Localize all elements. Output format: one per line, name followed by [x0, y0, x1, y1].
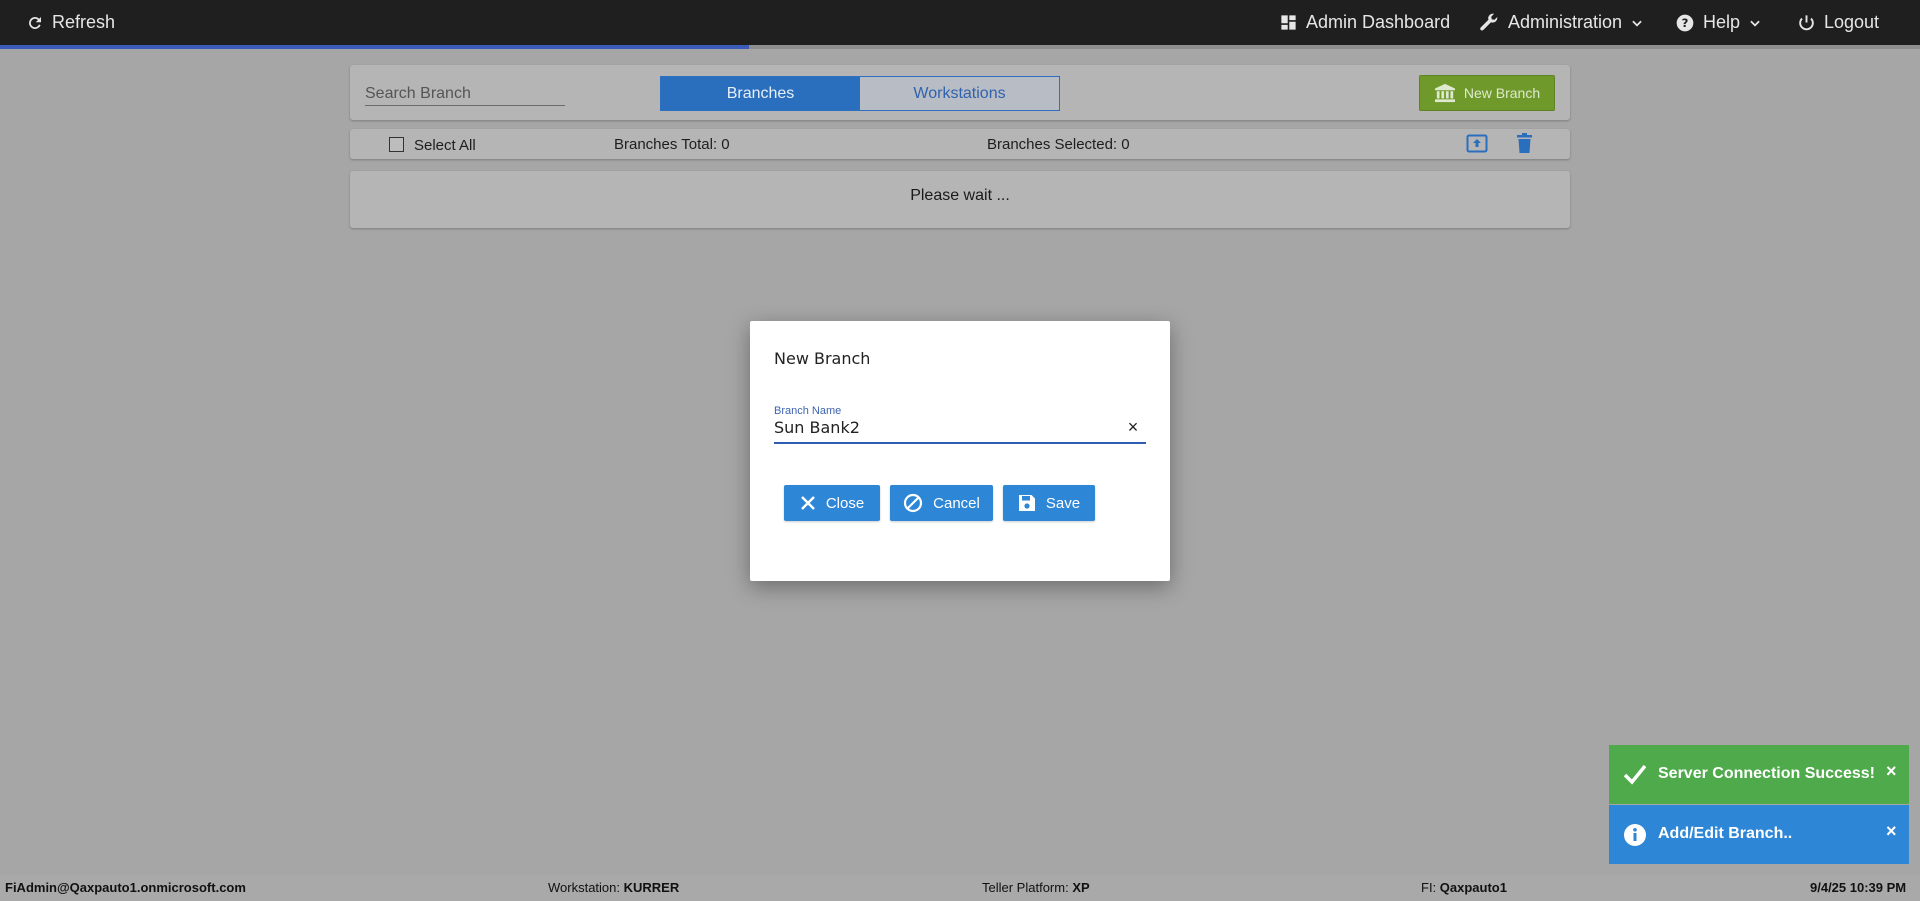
toast-success: Server Connection Success! × [1609, 745, 1909, 804]
toast-info: Add/Edit Branch.. × [1609, 805, 1909, 864]
toast-close-button[interactable]: × [1886, 821, 1897, 842]
select-all-checkbox[interactable] [389, 137, 404, 152]
svg-text:?: ? [1682, 16, 1689, 30]
info-icon [1624, 824, 1646, 846]
chevron-down-icon [1632, 20, 1642, 27]
delete-button[interactable] [1517, 133, 1532, 158]
save-button[interactable]: Save [1003, 485, 1095, 521]
dashboard-icon [1281, 15, 1296, 30]
toast-message: Server Connection Success! [1658, 765, 1875, 782]
toast-message: Add/Edit Branch.. [1658, 825, 1793, 842]
admin-dashboard-label: Admin Dashboard [1306, 12, 1451, 32]
refresh-button[interactable]: Refresh [26, 0, 115, 45]
new-branch-label: New Branch [1463, 85, 1541, 101]
save-button-label: Save [1045, 494, 1081, 512]
administration-label: Administration [1508, 12, 1623, 32]
status-bar: FiAdmin@Qaxpauto1.onmicrosoft.com Workst… [0, 875, 1920, 901]
toast-close-button[interactable]: × [1886, 761, 1897, 782]
logout-label: Logout [1824, 12, 1880, 32]
upload-icon [1466, 134, 1488, 153]
clear-input-button[interactable]: × [1123, 417, 1143, 437]
refresh-icon [29, 16, 41, 29]
tab-bar: Branches Workstations [660, 76, 1060, 111]
close-icon [800, 496, 815, 510]
administration-menu[interactable]: Administration [1478, 0, 1644, 45]
chevron-down-icon [1750, 20, 1760, 27]
status-user: FiAdmin@Qaxpauto1.onmicrosoft.com [5, 880, 246, 895]
status-fi: FI: Qaxpauto1 [1421, 880, 1507, 895]
close-icon: × [1127, 416, 1139, 437]
help-label: Help [1703, 12, 1741, 32]
tab-branches[interactable]: Branches [661, 77, 860, 110]
tab-workstations[interactable]: Workstations [860, 77, 1059, 110]
status-datetime: 9/4/25 10:39 PM [1810, 880, 1907, 895]
help-menu[interactable]: ? Help [1675, 0, 1762, 45]
branch-name-input[interactable] [774, 416, 1124, 438]
refresh-label: Refresh [52, 12, 116, 32]
upload-button[interactable] [1466, 134, 1488, 159]
top-bar: Refresh Admin Dashboard Administration ?… [0, 0, 1920, 45]
wrench-icon [1480, 13, 1498, 31]
admin-dashboard-link[interactable]: Admin Dashboard [1279, 0, 1450, 45]
input-underline [774, 442, 1146, 444]
branches-selected: Branches Selected: 0 [987, 136, 1130, 153]
close-button[interactable]: Close [784, 485, 880, 521]
trash-icon [1517, 133, 1532, 153]
cancel-button-label: Cancel [933, 494, 980, 512]
status-workstation: Workstation: KURRER [548, 880, 680, 895]
loading-message: Please wait ... [910, 187, 1010, 204]
floppy-disk-icon [1018, 495, 1035, 511]
checkmark-icon [1623, 764, 1647, 785]
list-toolbar [350, 129, 1570, 159]
new-branch-button[interactable]: New Branch [1419, 75, 1555, 111]
status-teller-platform: Teller Platform: XP [982, 880, 1090, 895]
new-branch-dialog: New Branch Branch Name × Close Cancel Sa… [750, 321, 1170, 581]
select-all-label: Select All [414, 137, 476, 154]
bank-icon [1434, 83, 1455, 103]
close-button-label: Close [825, 494, 865, 512]
cancel-button[interactable]: Cancel [890, 485, 993, 521]
branches-total: Branches Total: 0 [614, 136, 730, 153]
search-input[interactable] [365, 82, 565, 106]
dialog-title: New Branch [774, 349, 871, 368]
power-icon [1799, 15, 1814, 31]
page-progress-bar [0, 45, 1920, 49]
ban-icon [904, 493, 923, 513]
page-progress-fill [0, 45, 749, 49]
logout-button[interactable]: Logout [1797, 0, 1879, 45]
content-panel: Please wait ... [350, 171, 1570, 228]
help-icon: ? [1676, 14, 1694, 31]
